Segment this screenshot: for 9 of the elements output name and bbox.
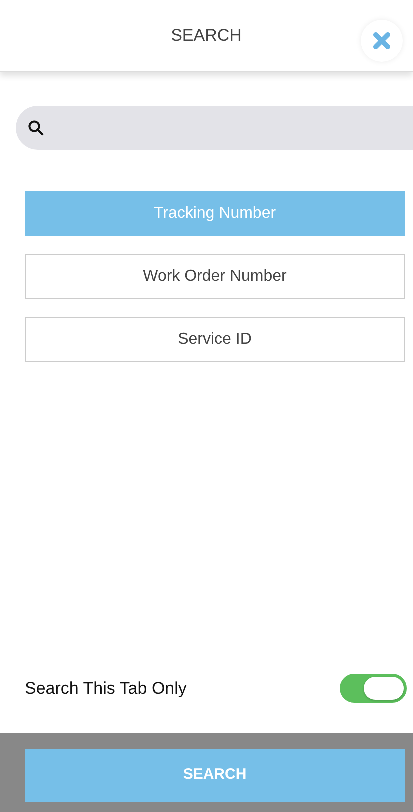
toggle-label: Search This Tab Only: [25, 678, 187, 700]
header-title: SEARCH: [171, 24, 242, 47]
close-icon: [373, 32, 391, 50]
search-type-option[interactable]: Work Order Number: [25, 254, 405, 299]
search-icon: [28, 120, 44, 136]
search-field[interactable]: [16, 106, 413, 150]
search-type-option[interactable]: Service ID: [25, 317, 405, 362]
toggle-switch[interactable]: [340, 674, 407, 703]
close-button[interactable]: [361, 20, 403, 62]
